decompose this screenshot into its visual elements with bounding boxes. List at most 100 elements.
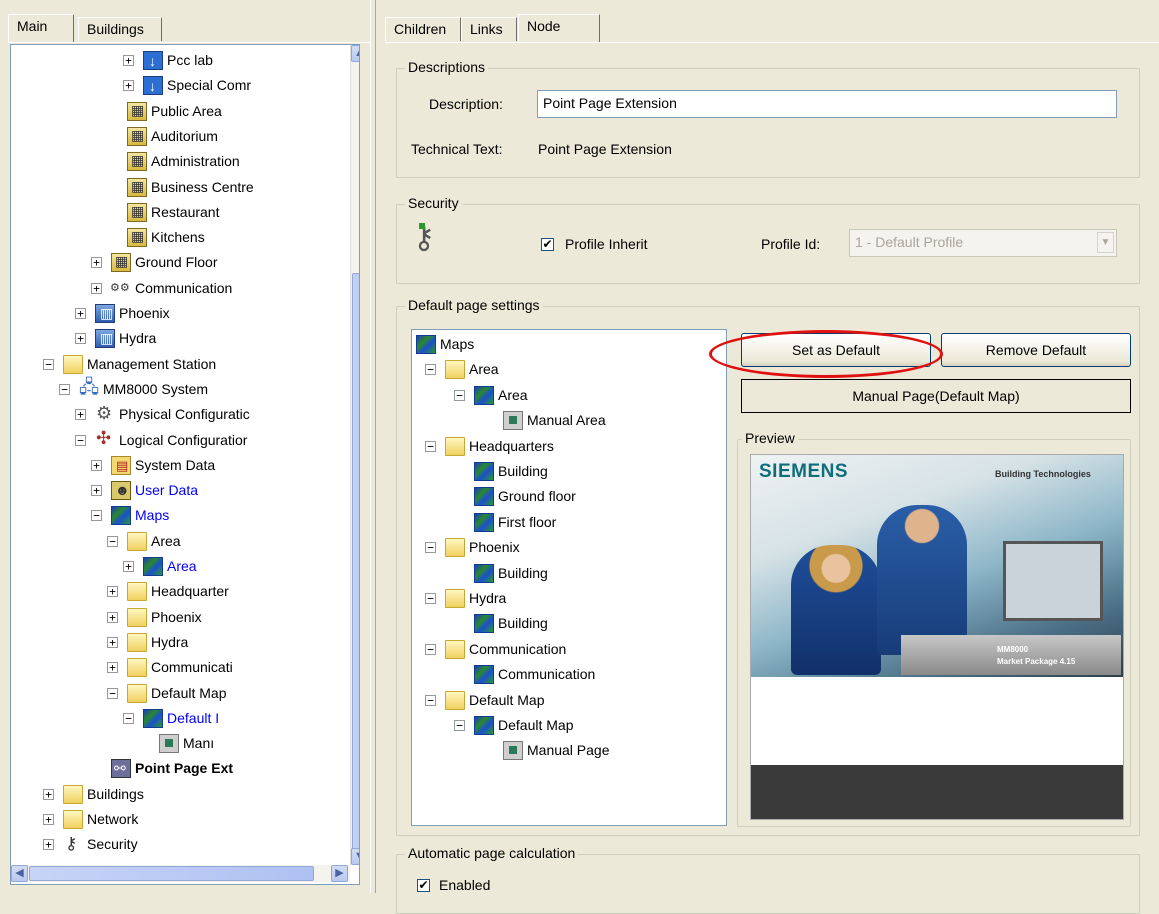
tree-row[interactable]: Kitchens [11, 224, 349, 250]
expand-icon[interactable]: + [91, 282, 102, 294]
tree-row[interactable]: Administration [11, 148, 349, 174]
expand-icon[interactable]: + [43, 788, 54, 800]
collapse-icon[interactable]: − [425, 364, 436, 376]
collapse-icon[interactable]: − [123, 712, 134, 724]
map-tree-row[interactable]: Manual Page [412, 738, 724, 763]
map-tree-row[interactable]: Building [412, 561, 724, 586]
tree-row[interactable]: + Hydra [11, 326, 349, 351]
tab-links[interactable]: Links [461, 17, 517, 41]
tree-row[interactable]: Manı [11, 731, 349, 756]
collapse-icon[interactable]: − [454, 720, 465, 731]
tree-row[interactable]: − Area [11, 529, 349, 554]
tree-row[interactable]: + Special Comr [11, 73, 349, 99]
map-tree-row[interactable]: − Communication [412, 637, 724, 662]
description-input[interactable]: Point Page Extension [537, 90, 1117, 118]
tree-row[interactable]: + Physical Configuratic [11, 401, 349, 427]
scroll-h-thumb[interactable] [29, 866, 314, 881]
navigation-tree[interactable]: + Pcc lab + Special Comr Public Area Auditori… [10, 44, 360, 885]
collapse-icon[interactable]: − [425, 440, 436, 452]
expand-icon[interactable]: + [43, 839, 54, 851]
collapse-icon[interactable]: − [59, 383, 70, 395]
map-tree-row[interactable]: Maps [412, 332, 724, 357]
expand-icon[interactable]: + [91, 257, 102, 269]
manual-page-button[interactable]: Manual Page(Default Map) [741, 379, 1131, 413]
tree-row[interactable]: − Management Station [11, 352, 349, 377]
scroll-right-button[interactable]: ▶ [331, 865, 348, 882]
tree-row[interactable]: + Headquarter [11, 579, 349, 604]
scroll-thumb[interactable] [352, 273, 359, 853]
tree-row[interactable]: + User Data [11, 478, 349, 503]
profile-inherit-checkbox[interactable]: ✔ [541, 238, 554, 251]
scroll-left-button[interactable]: ◀ [11, 865, 28, 882]
tree-row[interactable]: − Default Map [11, 681, 349, 706]
map-tree-row[interactable]: Building [412, 611, 724, 636]
tree-row[interactable]: + Hydra [11, 630, 349, 655]
tab-node[interactable]: Node [518, 14, 600, 42]
tree-row[interactable]: Business Centre [11, 174, 349, 200]
scroll-down-button[interactable]: ▼ [351, 848, 359, 865]
expand-icon[interactable]: + [107, 662, 118, 674]
profile-id-select[interactable]: 1 - Default Profile ▼ [849, 229, 1117, 257]
expand-icon[interactable]: + [123, 561, 134, 572]
expand-icon[interactable]: + [123, 55, 134, 66]
expand-icon[interactable]: + [75, 308, 86, 319]
remove-default-button[interactable]: Remove Default [941, 333, 1131, 367]
expand-icon[interactable]: + [107, 586, 118, 598]
collapse-icon[interactable]: − [107, 687, 118, 699]
tree-row[interactable]: + Communication [11, 276, 349, 301]
tree-row[interactable]: Restaurant [11, 199, 349, 225]
tree-row[interactable]: − Default I [11, 706, 349, 731]
map-tree-row[interactable]: − Default Map [412, 713, 724, 738]
expand-icon[interactable]: + [75, 409, 86, 421]
collapse-icon[interactable]: − [43, 358, 54, 370]
map-tree-row[interactable]: − Default Map [412, 688, 724, 713]
map-tree-row[interactable]: − Phoenix [412, 535, 724, 560]
expand-icon[interactable]: + [123, 80, 134, 92]
expand-icon[interactable]: + [43, 814, 54, 825]
tab-main[interactable]: Main [8, 14, 74, 42]
tree-row[interactable]: + Communicati [11, 655, 349, 680]
tree-row[interactable]: + Buildings [11, 782, 349, 807]
map-tree-row[interactable]: Manual Area [412, 408, 724, 433]
map-selection-tree[interactable]: Maps − Area − Area Manual Area − Headquarters Bu… [411, 329, 727, 826]
collapse-icon[interactable]: − [91, 510, 102, 522]
tree-row[interactable]: + Phoenix [11, 605, 349, 630]
map-tree-row[interactable]: Ground floor [412, 484, 724, 509]
tree-row[interactable]: + System Data [11, 453, 349, 478]
collapse-icon[interactable]: − [75, 434, 86, 446]
collapse-icon[interactable]: − [425, 593, 436, 604]
map-tree-row[interactable]: − Hydra [412, 586, 724, 611]
splitter[interactable] [370, 0, 376, 893]
collapse-icon[interactable]: − [425, 542, 436, 554]
tree-row[interactable]: Point Page Ext [11, 756, 349, 781]
expand-icon[interactable]: + [107, 636, 118, 648]
tree-vertical-scrollbar[interactable]: ▲ ▼ [350, 45, 359, 865]
tree-row[interactable]: − MM8000 System [11, 375, 349, 402]
collapse-icon[interactable]: − [425, 694, 436, 706]
scroll-up-button[interactable]: ▲ [351, 45, 359, 62]
tree-row[interactable]: Auditorium [11, 123, 349, 149]
chevron-down-icon[interactable]: ▼ [1097, 232, 1114, 253]
tree-row[interactable]: + Phoenix [11, 301, 349, 326]
expand-icon[interactable]: + [75, 333, 86, 345]
collapse-icon[interactable]: − [454, 389, 465, 401]
tree-row[interactable]: − Maps [11, 503, 349, 528]
tab-children[interactable]: Children [385, 17, 461, 41]
expand-icon[interactable]: + [107, 611, 118, 623]
enabled-checkbox[interactable]: ✔ [417, 879, 430, 892]
map-tree-row[interactable]: Communication [412, 662, 724, 687]
tab-buildings[interactable]: Buildings [78, 17, 162, 41]
tree-row[interactable]: + Security [11, 831, 349, 857]
collapse-icon[interactable]: − [107, 535, 118, 547]
tree-row[interactable]: − Logical Configuratior [11, 426, 349, 453]
tree-row[interactable]: + Area [11, 554, 349, 579]
map-tree-row[interactable]: Building [412, 459, 724, 484]
map-tree-row[interactable]: First floor [412, 510, 724, 535]
collapse-icon[interactable]: − [425, 643, 436, 655]
map-tree-row[interactable]: − Area [412, 357, 724, 382]
map-tree-row[interactable]: − Headquarters [412, 434, 724, 459]
tree-row[interactable]: + Network [11, 807, 349, 832]
map-tree-row[interactable]: − Area [412, 383, 724, 408]
tree-row[interactable]: + Pcc lab [11, 48, 349, 74]
tree-row[interactable]: + Ground Floor [11, 249, 349, 275]
